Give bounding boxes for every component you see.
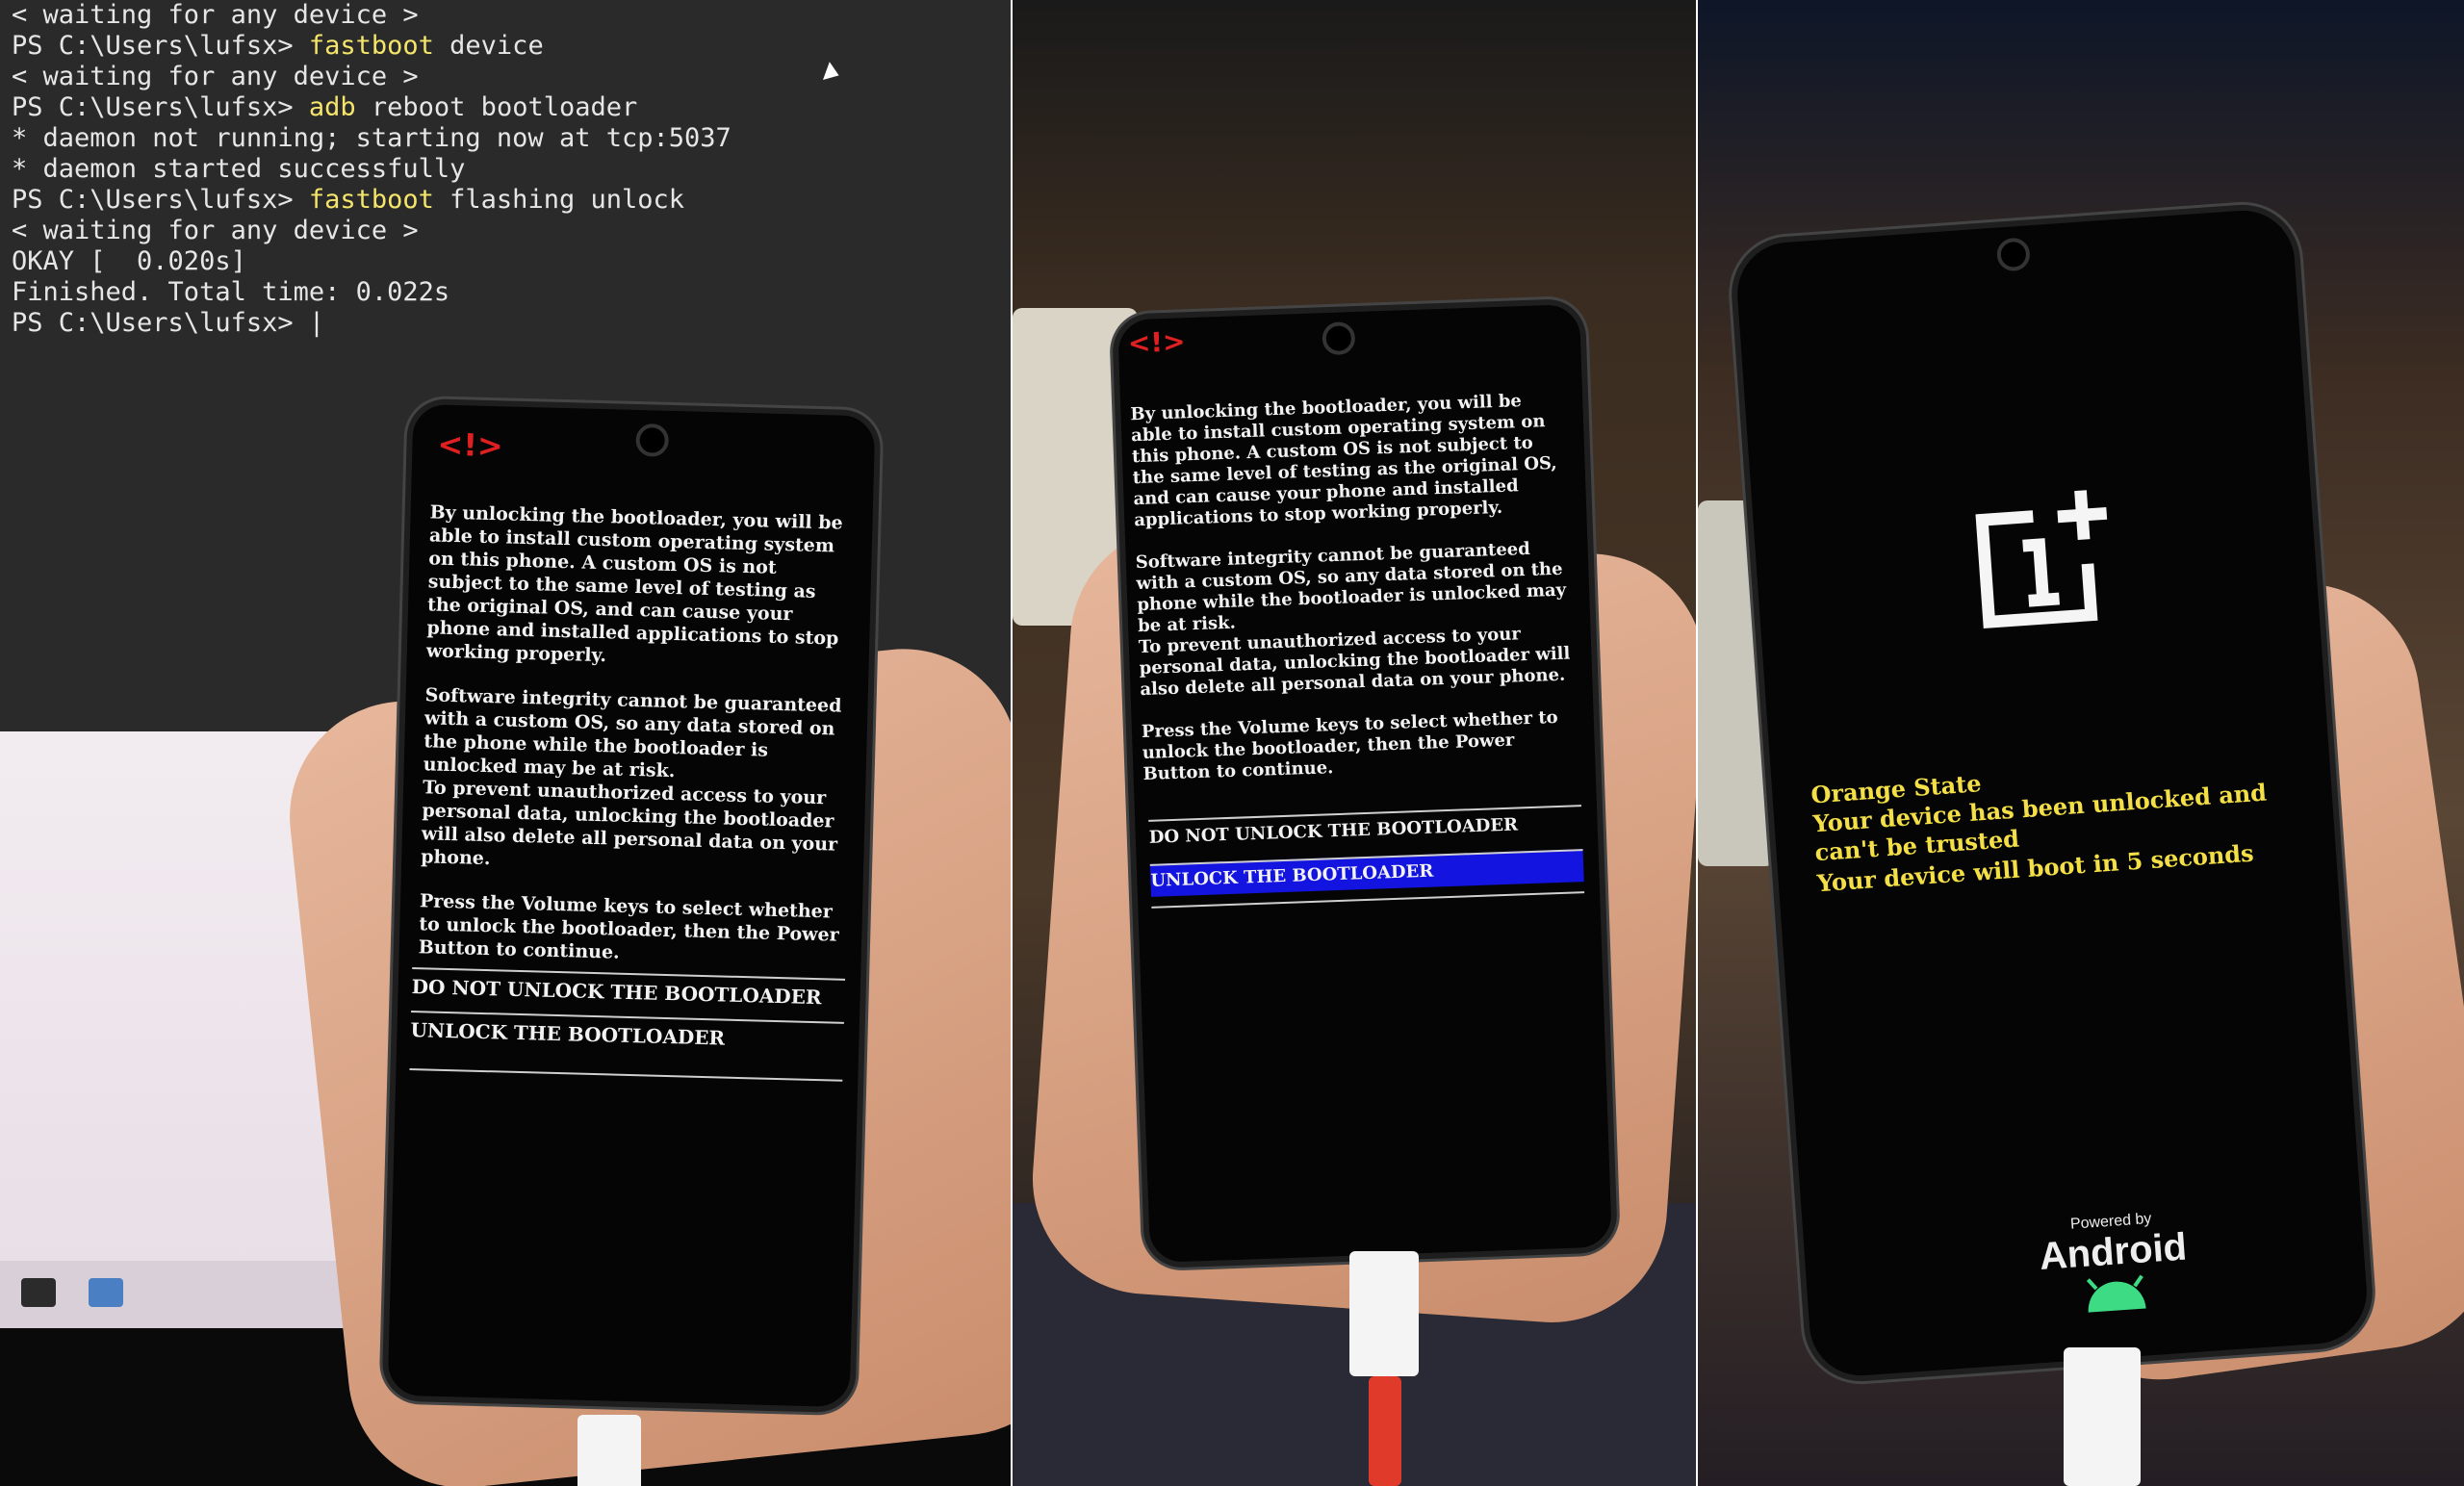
- terminal-line: PS C:\Users\lufsx> |: [12, 308, 1013, 339]
- terminal-text: < waiting for any device >: [12, 0, 419, 30]
- option-separator: [409, 1068, 843, 1082]
- terminal-command: fastboot: [308, 31, 434, 61]
- terminal-icon[interactable]: [21, 1278, 56, 1307]
- option-unlock[interactable]: UNLOCK THE BOOTLOADER: [410, 1011, 844, 1059]
- terminal-text: < waiting for any device >: [12, 62, 419, 91]
- terminal-output: < waiting for any device > PS C:\Users\lu…: [0, 0, 1013, 339]
- option-unlock-selected[interactable]: UNLOCK THE BOOTLOADER: [1149, 849, 1584, 897]
- photo-panel-terminal: < waiting for any device > PS C:\Users\lu…: [0, 0, 1013, 1486]
- terminal-line: PS C:\Users\lufsx> adb reboot bootloader: [12, 92, 1013, 123]
- front-camera: [1322, 321, 1356, 356]
- app-icon[interactable]: [89, 1278, 123, 1307]
- bootloader-text: By unlocking the bootloader, you will be…: [1130, 390, 1577, 807]
- terminal-text: < waiting for any device >: [12, 216, 419, 245]
- bootloader-para-2: Software integrity cannot be guaranteed …: [1135, 538, 1567, 637]
- terminal-text: PS C:\Users\lufsx>: [12, 92, 309, 122]
- bootloader-text: By unlocking the bootloader, you will be…: [418, 500, 854, 990]
- usb-cable: [578, 1415, 641, 1486]
- terminal-line: Finished. Total time: 0.022s: [12, 277, 1013, 308]
- terminal-text: PS C:\Users\lufsx> |: [12, 308, 325, 338]
- usb-cable-red: [1369, 1376, 1401, 1486]
- terminal-text: Finished. Total time: 0.022s: [12, 277, 450, 307]
- option-do-not-unlock[interactable]: DO NOT UNLOCK THE BOOTLOADER: [1148, 805, 1583, 855]
- terminal-command: fastboot: [308, 185, 434, 215]
- terminal-text: * daemon not running; starting now at tc…: [12, 123, 732, 153]
- bootloader-para-1: By unlocking the bootloader, you will be…: [1130, 391, 1557, 531]
- terminal-line: * daemon not running; starting now at tc…: [12, 123, 1013, 154]
- terminal-line: * daemon started successfully: [12, 154, 1013, 185]
- front-camera: [1995, 237, 2032, 272]
- terminal-text: OKAY [ 0.020s]: [12, 246, 246, 276]
- terminal-args: reboot bootloader: [355, 92, 638, 122]
- bootloader-para-4: Press the Volume keys to select whether …: [418, 890, 839, 963]
- terminal-args: flashing unlock: [433, 185, 684, 215]
- phone-bootloader-unlock: <!> By unlocking the bootloader, you wil…: [381, 397, 882, 1414]
- usb-cable: [2064, 1347, 2141, 1486]
- terminal-line: OKAY [ 0.020s]: [12, 246, 1013, 277]
- terminal-args: device: [433, 31, 544, 61]
- front-camera: [635, 423, 670, 457]
- terminal-line: PS C:\Users\lufsx> fastboot flashing unl…: [12, 185, 1013, 216]
- bootloader-para-1: By unlocking the bootloader, you will be…: [425, 501, 843, 667]
- usb-cable: [1349, 1251, 1419, 1376]
- taskbar: [0, 1261, 385, 1328]
- warning-icon: <!>: [436, 425, 504, 465]
- terminal-line: < waiting for any device >: [12, 216, 1013, 246]
- photo-panel-selection: <!> By unlocking the bootloader, you wil…: [1013, 0, 1698, 1486]
- powered-by-android: Powered by Android: [2024, 1208, 2204, 1323]
- android-bot-icon: [2086, 1274, 2146, 1313]
- terminal-text: PS C:\Users\lufsx>: [12, 31, 309, 61]
- bootloader-para-2: Software integrity cannot be guaranteed …: [423, 684, 842, 782]
- terminal-line: PS C:\Users\lufsx> fastboot device: [12, 31, 1013, 62]
- oneplus-logo: [1975, 490, 2108, 629]
- phone-orange-state: Orange State Your device has been unlock…: [1728, 200, 2376, 1386]
- terminal-text: * daemon started successfully: [12, 154, 466, 184]
- terminal-line: < waiting for any device >: [12, 0, 1013, 31]
- bootloader-para-3: To prevent unauthorized access to your p…: [420, 777, 838, 870]
- phone-bootloader-selected: <!> By unlocking the bootloader, you wil…: [1111, 297, 1619, 1269]
- terminal-text: PS C:\Users\lufsx>: [12, 185, 309, 215]
- bootloader-para-4: Press the Volume keys to select whether …: [1141, 706, 1558, 785]
- terminal-command: adb: [308, 92, 356, 122]
- warning-icon: <!>: [1127, 325, 1187, 360]
- terminal-line: < waiting for any device >: [12, 62, 1013, 92]
- photo-panel-orange-state: Orange State Your device has been unlock…: [1698, 0, 2464, 1486]
